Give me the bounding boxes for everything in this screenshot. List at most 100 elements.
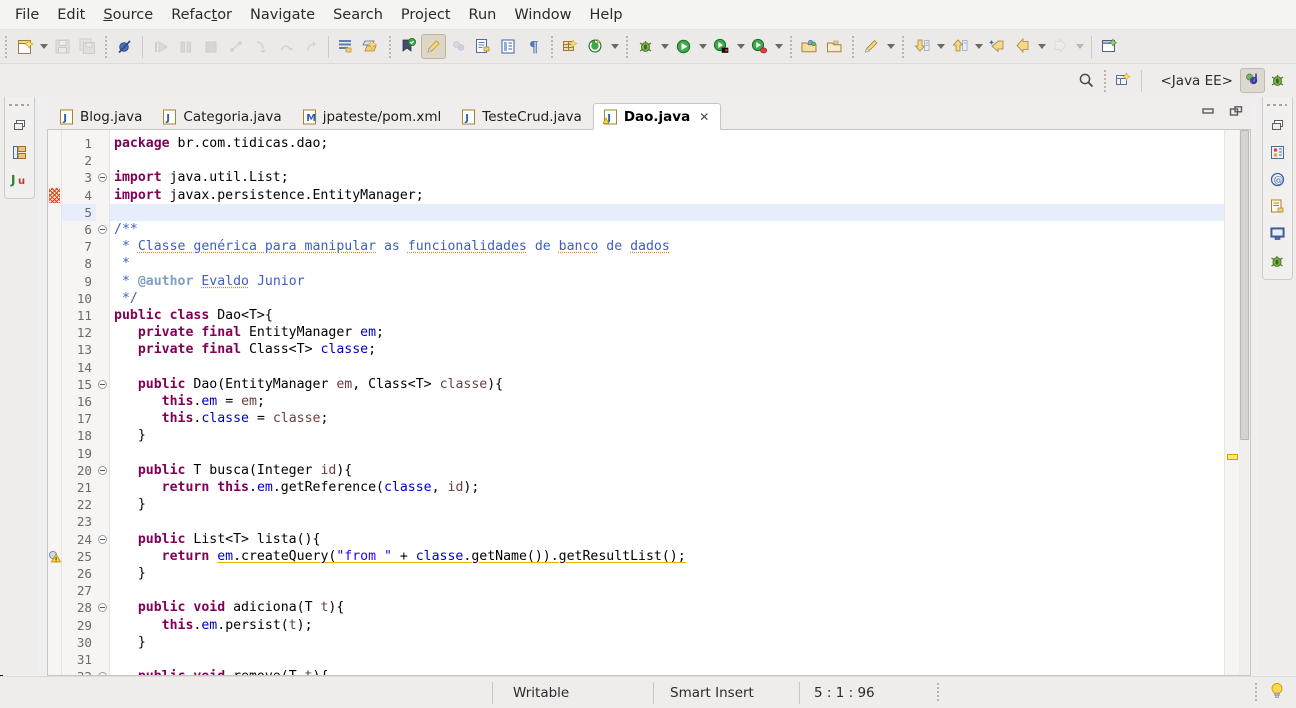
toggle-markoccurrences-icon[interactable] xyxy=(421,34,446,59)
menu-run[interactable]: Run xyxy=(460,3,506,27)
maximize-editor-icon[interactable] xyxy=(1229,104,1243,123)
restore-view-icon[interactable] xyxy=(1265,112,1290,139)
code-line[interactable]: public Dao(EntityManager em, Class<T> cl… xyxy=(110,376,1224,393)
code-line[interactable]: return em.createQuery("from " + classe.g… xyxy=(110,548,1224,565)
open-type-icon[interactable] xyxy=(471,34,496,59)
warning-marker-icon[interactable] xyxy=(48,549,62,564)
source-code-viewport[interactable]: package br.com.tidicas.dao; import java.u… xyxy=(110,130,1224,675)
editor-body[interactable]: 1 2 3 4 5 6 7 8 9 10 11 12 13 14 15 16 17 18 19 20 21 22 23 24 2… xyxy=(47,130,1251,676)
code-line[interactable]: public class Dao<T>{ xyxy=(110,307,1224,324)
console-view-icon[interactable] xyxy=(1265,220,1290,247)
menu-refactor[interactable]: Refactor xyxy=(162,3,241,27)
code-line[interactable]: return this.em.getReference(classe, id); xyxy=(110,479,1224,496)
debug-view-icon[interactable] xyxy=(1265,247,1290,274)
toolbar-grip-3[interactable] xyxy=(387,35,394,58)
code-line[interactable] xyxy=(110,152,1224,169)
junit-view-icon[interactable]: J u xyxy=(7,166,32,193)
toolbar-grip-5[interactable] xyxy=(624,35,631,58)
code-line[interactable]: this.classe = classe; xyxy=(110,410,1224,427)
code-line[interactable] xyxy=(110,359,1224,376)
toolbar-grip-8[interactable] xyxy=(900,35,907,58)
code-line[interactable]: this.em.persist(t); xyxy=(110,617,1224,634)
code-line[interactable]: * xyxy=(110,255,1224,272)
next-annotation-dropdown-arrow[interactable] xyxy=(934,35,947,59)
open-folder-icon[interactable] xyxy=(822,34,847,59)
back-icon[interactable] xyxy=(1010,34,1035,59)
open-task-icon[interactable] xyxy=(334,34,359,59)
new-table-icon[interactable] xyxy=(558,34,583,59)
annotation-gutter[interactable] xyxy=(48,130,62,675)
menu-file[interactable]: File xyxy=(6,3,48,27)
editor-tab-testecrud-java[interactable]: J TesteCrud.java xyxy=(452,103,593,130)
debug-dropdown-arrow[interactable] xyxy=(658,35,671,59)
open-perspective-icon[interactable] xyxy=(1111,68,1136,93)
unused-import-warning-marker[interactable] xyxy=(49,187,60,203)
pencil-annotate-icon[interactable] xyxy=(859,34,884,59)
new-wizard-dropdown-arrow[interactable] xyxy=(37,35,50,59)
previous-annotation-icon[interactable] xyxy=(947,34,972,59)
toolbar-grip-6[interactable] xyxy=(788,35,795,58)
new-wizard-icon[interactable] xyxy=(12,34,37,59)
code-line[interactable]: package br.com.tidicas.dao; xyxy=(110,135,1224,152)
code-line[interactable]: * Classe genérica para manipular as func… xyxy=(110,238,1224,255)
code-line[interactable]: private final Class<T> classe; xyxy=(110,341,1224,358)
profile-icon[interactable] xyxy=(747,34,772,59)
run-icon[interactable] xyxy=(671,34,696,59)
editor-tab-categoria-java[interactable]: J Categoria.java xyxy=(153,103,292,130)
last-edit-location-icon[interactable] xyxy=(985,34,1010,59)
menu-search[interactable]: Search xyxy=(324,3,392,27)
code-line[interactable] xyxy=(110,582,1224,599)
toolbar-grip-2[interactable] xyxy=(103,35,110,58)
perspective-grip[interactable] xyxy=(1101,69,1109,92)
overview-ruler[interactable] xyxy=(1224,130,1239,675)
external-tools-icon[interactable] xyxy=(583,34,608,59)
run-as-server-dropdown-arrow[interactable] xyxy=(734,35,747,59)
open-perspective-folder-icon[interactable] xyxy=(797,34,822,59)
pencil-dropdown-arrow[interactable] xyxy=(884,35,897,59)
pilcrow-whitespace-icon[interactable]: ¶ xyxy=(521,34,546,59)
back-dropdown-arrow[interactable] xyxy=(1035,35,1048,59)
menu-help[interactable]: Help xyxy=(581,3,632,27)
servers-view-icon[interactable]: @ xyxy=(1265,166,1290,193)
next-annotation-icon[interactable] xyxy=(909,34,934,59)
code-line[interactable]: public void remove(T t){ xyxy=(110,668,1224,675)
java-ee-perspective-icon[interactable] xyxy=(1240,68,1265,93)
right-stack-handle[interactable] xyxy=(1267,101,1287,110)
previous-annotation-dropdown-arrow[interactable] xyxy=(972,35,985,59)
scrollbar-thumb[interactable] xyxy=(1240,130,1249,440)
restore-view-icon[interactable] xyxy=(7,112,32,139)
code-line[interactable]: } xyxy=(110,496,1224,513)
code-line[interactable] xyxy=(110,651,1224,668)
profile-dropdown-arrow[interactable] xyxy=(772,35,785,59)
run-as-server-icon[interactable] xyxy=(709,34,734,59)
overview-warning-marker[interactable] xyxy=(1227,454,1238,460)
snippets-view-icon[interactable] xyxy=(1265,193,1290,220)
editor-vertical-scrollbar[interactable] xyxy=(1239,130,1250,675)
editor-tab-jpateste-pom-xml[interactable]: Mjpateste/pom.xml xyxy=(293,103,453,130)
code-line[interactable]: import javax.persistence.EntityManager; xyxy=(110,187,1224,204)
toolbar-grip-7[interactable] xyxy=(850,35,857,58)
fold-collapse-icon[interactable] xyxy=(98,225,107,234)
code-line[interactable]: * @author Evaldo Junior xyxy=(110,273,1224,290)
code-line[interactable]: /** xyxy=(110,221,1224,238)
menu-window[interactable]: Window xyxy=(505,3,580,27)
folding-gutter[interactable] xyxy=(96,130,110,675)
outline-icon[interactable] xyxy=(496,34,521,59)
package-explorer-icon[interactable] xyxy=(7,139,32,166)
debug-icon[interactable] xyxy=(633,34,658,59)
toolbar-grip-4[interactable] xyxy=(549,35,556,58)
code-line[interactable] xyxy=(110,445,1224,462)
new-window-icon[interactable] xyxy=(1097,34,1122,59)
menu-edit[interactable]: Edit xyxy=(48,3,94,27)
code-line[interactable]: } xyxy=(110,427,1224,444)
fold-collapse-icon[interactable] xyxy=(98,603,107,613)
code-line[interactable]: public T busca(Integer id){ xyxy=(110,462,1224,479)
status-grip[interactable] xyxy=(935,682,942,703)
status-grip-right[interactable] xyxy=(1253,682,1260,703)
skip-all-breakpoints-icon[interactable] xyxy=(112,34,137,59)
fold-collapse-icon[interactable] xyxy=(98,465,107,475)
minimize-editor-icon[interactable] xyxy=(1201,104,1215,123)
code-line[interactable]: } xyxy=(110,634,1224,651)
toolbar-grip[interactable] xyxy=(3,35,10,58)
editor-tab-dao-java[interactable]: J Dao.java ✕ xyxy=(592,103,722,130)
